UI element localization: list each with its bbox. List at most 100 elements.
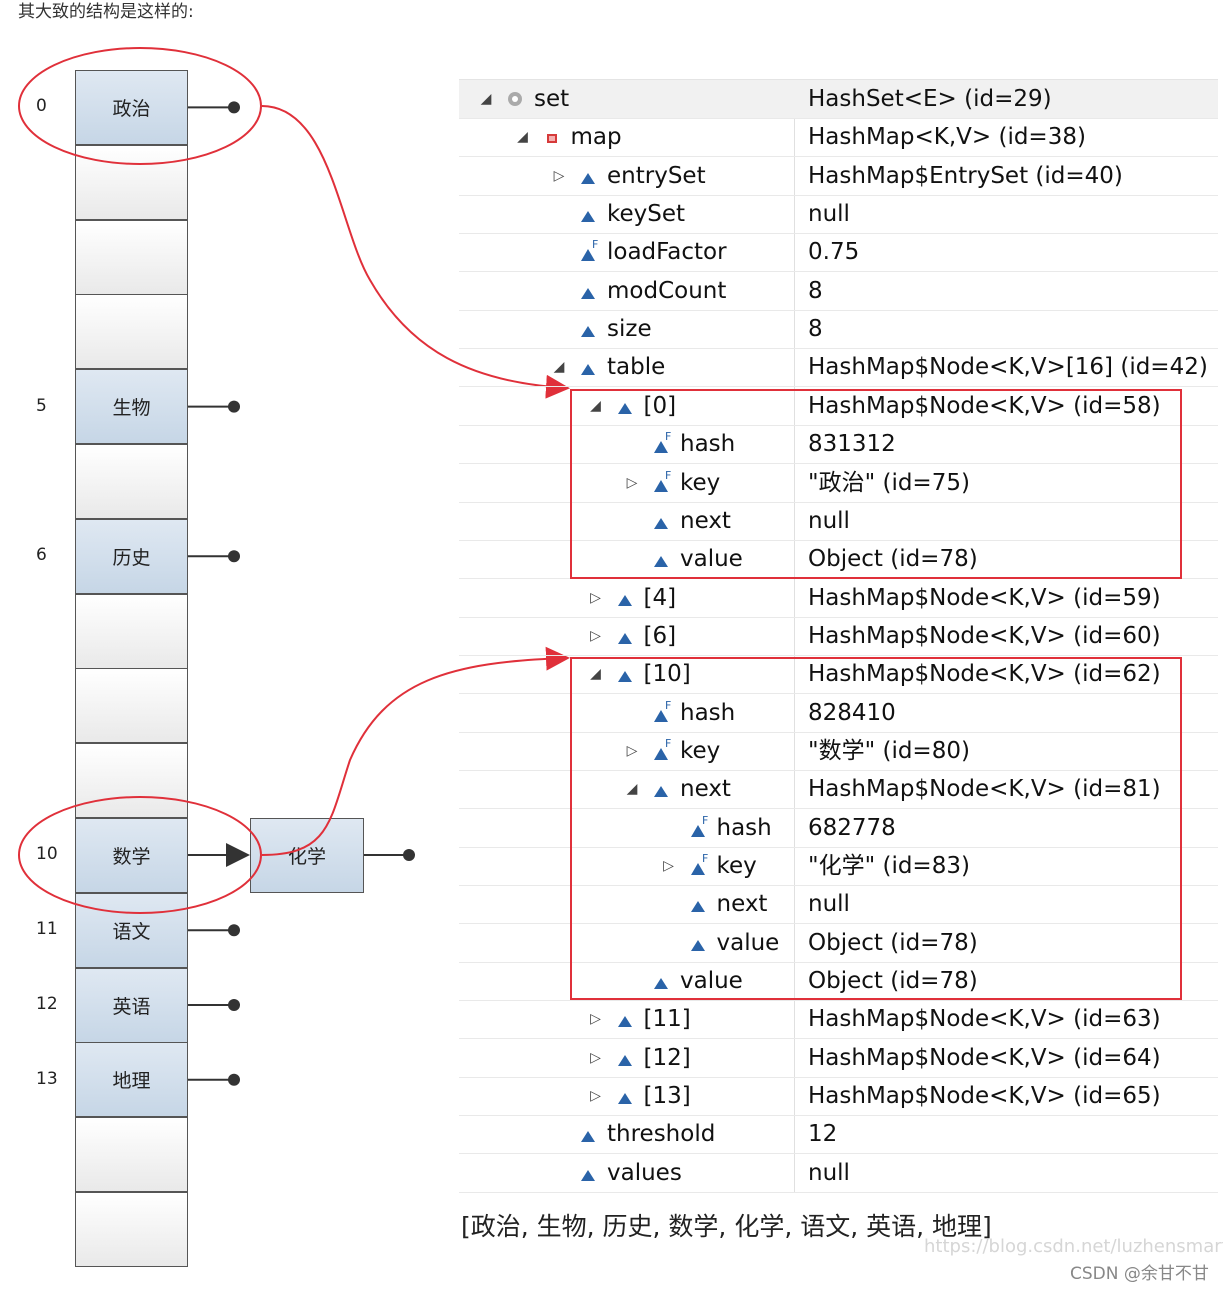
bucket-label: 数学	[112, 846, 151, 868]
tree-row-value: null	[808, 201, 850, 228]
tree-row[interactable]: values null	[459, 1154, 1218, 1193]
bucket-slot	[75, 668, 188, 744]
bucket-slot: 生物	[75, 369, 188, 445]
bucket-slot: 数学	[75, 818, 188, 893]
bucket-slot	[75, 1192, 188, 1267]
bucket-pointer-end	[228, 400, 240, 413]
bucket-slot	[75, 144, 188, 220]
bucket-index: 11	[36, 919, 58, 940]
chain-node: 化学	[250, 818, 364, 893]
tree-row[interactable]: ◢ map HashMap<K,V> (id=38)	[459, 118, 1218, 158]
tree-row-name: size	[607, 316, 652, 343]
bucket-index: 10	[36, 844, 58, 865]
tree-row[interactable]: ▷ [11] HashMap$Node<K,V> (id=63)	[459, 1000, 1218, 1040]
tree-row-value: HashMap$Node<K,V> (id=63)	[808, 1006, 1161, 1033]
tree-row[interactable]: ▷ [4] HashMap$Node<K,V> (id=59)	[459, 579, 1218, 618]
tree-row-value: HashMap$EntrySet (id=40)	[808, 162, 1123, 189]
bucket-label: 历史	[112, 546, 151, 569]
bucket-label: 地理	[112, 1070, 151, 1093]
highlight-box-node-10	[570, 657, 1182, 1000]
tree-row[interactable]: ▷ [13] HashMap$Node<K,V> (id=65)	[459, 1077, 1218, 1117]
tree-row-name: [11]	[643, 1006, 691, 1033]
bucket-index: 13	[36, 1068, 58, 1089]
tree-row-name: [6]	[643, 622, 677, 649]
tree-row-name: table	[607, 354, 666, 381]
tree-row[interactable]: ▷ [6] HashMap$Node<K,V> (id=60)	[459, 617, 1218, 656]
field-icon	[578, 348, 600, 386]
intro-text: 其大致的结构是这样的:	[18, 2, 194, 22]
bucket-pointer-end	[228, 101, 240, 114]
tree-row[interactable]: modCount 8	[459, 272, 1218, 311]
tree-row-name: loadFactor	[607, 239, 727, 266]
tree-row-value: HashMap$Node<K,V>[16] (id=42)	[808, 354, 1208, 381]
bucket-slot	[75, 219, 188, 295]
bucket-pointer-end	[228, 550, 240, 563]
chain-node-pointer-end	[403, 849, 415, 861]
bucket-label: 语文	[112, 920, 151, 943]
watermark-url: https://blog.csdn.net/luzhensmart	[924, 1236, 1223, 1257]
tree-row-value: HashMap$Node<K,V> (id=60)	[808, 622, 1161, 649]
tree-row[interactable]: size 8	[459, 310, 1218, 350]
bucket-label: 生物	[112, 397, 151, 420]
tree-row[interactable]: ▷ [12] HashMap$Node<K,V> (id=64)	[459, 1039, 1218, 1078]
tree-row-name: [13]	[643, 1083, 691, 1110]
bucket-label: 英语	[112, 995, 151, 1018]
watermark-author: CSDN @余甘不甘	[1070, 1264, 1209, 1284]
tree-row-value: HashMap<K,V> (id=38)	[808, 124, 1086, 151]
bucket-slot: 政治	[75, 70, 188, 145]
tree-row[interactable]: threshold 12	[459, 1115, 1218, 1155]
svg-text:F: F	[592, 238, 598, 251]
tree-row-name: entrySet	[607, 162, 706, 189]
highlight-box-node-0	[570, 389, 1182, 579]
tree-row-value: HashMap$Node<K,V> (id=64)	[808, 1044, 1161, 1071]
field-icon	[578, 310, 600, 348]
tree-row[interactable]: FloadFactor 0.75	[459, 233, 1218, 273]
tree-row-name: modCount	[607, 277, 727, 304]
tree-row-value: 8	[808, 277, 823, 304]
tree-row-value: 8	[808, 316, 823, 343]
bucket-slot	[75, 1117, 188, 1193]
collapse-arrow-icon[interactable]: ▷	[589, 1077, 603, 1115]
tree-row[interactable]: keySet null	[459, 195, 1218, 235]
bucket-index: 6	[36, 545, 47, 566]
bucket-index: 0	[36, 96, 47, 117]
tree-row-value: HashMap$Node<K,V> (id=65)	[808, 1083, 1161, 1110]
bucket-pointer-end	[228, 1073, 240, 1086]
collapse-arrow-icon[interactable]: ▷	[589, 1039, 603, 1077]
output-result: [政治, 生物, 历史, 数学, 化学, 语文, 英语, 地理]	[461, 1212, 992, 1241]
bucket-slot: 英语	[75, 967, 188, 1043]
bucket-index: 5	[36, 395, 47, 416]
expand-arrow-icon[interactable]: ◢	[516, 118, 530, 156]
bucket-pointer-end	[228, 924, 240, 937]
field-icon	[578, 157, 600, 195]
final-field-icon: F	[578, 233, 600, 271]
bucket-slot	[75, 444, 188, 519]
bucket-slot: 历史	[75, 518, 188, 594]
bucket-pointer-end	[228, 999, 240, 1011]
tree-row-name: [12]	[643, 1044, 691, 1071]
collapse-arrow-icon[interactable]: ▷	[589, 1000, 603, 1038]
field-icon	[615, 579, 637, 617]
collapse-arrow-icon[interactable]: ▷	[589, 579, 603, 617]
bucket-slot: 地理	[75, 1042, 188, 1118]
private-field-icon	[542, 118, 564, 156]
tree-row-value: null	[808, 1159, 850, 1186]
tree-row[interactable]: ◢ table HashMap$Node<K,V>[16] (id=42)	[459, 348, 1218, 388]
tree-row-value: HashMap$Node<K,V> (id=59)	[808, 584, 1161, 611]
tree-row[interactable]: ◢ set HashSet<E> (id=29)	[459, 80, 1218, 119]
bucket-index: 12	[36, 994, 58, 1014]
collapse-arrow-icon[interactable]: ▷	[552, 157, 566, 195]
bucket-slot	[75, 743, 188, 819]
bucket-slot: 语文	[75, 892, 188, 968]
field-icon	[615, 617, 637, 655]
tree-row[interactable]: ▷ entrySet HashMap$EntrySet (id=40)	[459, 157, 1218, 196]
expand-arrow-icon[interactable]: ◢	[552, 348, 566, 386]
field-icon	[578, 272, 600, 310]
collapse-arrow-icon[interactable]: ▷	[589, 617, 603, 655]
tree-row-name: map	[570, 124, 622, 151]
expand-arrow-icon[interactable]: ◢	[479, 80, 493, 118]
field-icon	[578, 1115, 600, 1153]
tree-row-name: set	[534, 86, 570, 112]
tree-row-value: 0.75	[808, 239, 860, 266]
tree-row-name: threshold	[607, 1121, 716, 1148]
